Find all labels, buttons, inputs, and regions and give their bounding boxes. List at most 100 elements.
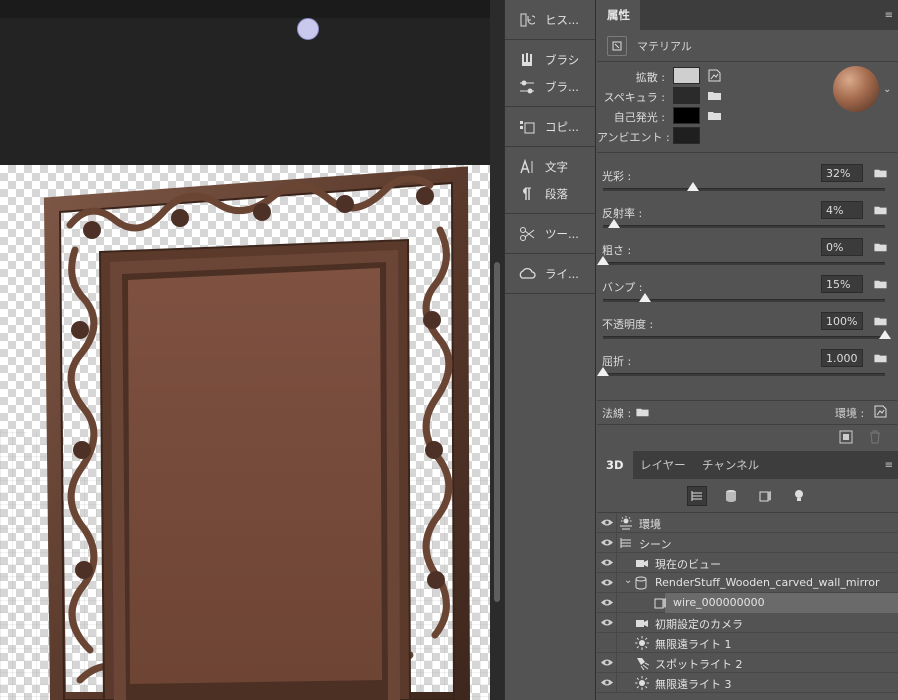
visibility-toggle[interactable]	[597, 673, 617, 693]
normal-folder-icon[interactable]	[635, 405, 650, 419]
light-widget-icon[interactable]	[297, 18, 319, 40]
dock-group-libraries: ライ...	[505, 254, 595, 294]
panel-menu-icon[interactable]: ≡	[885, 460, 893, 471]
scene-row-label: シーン	[639, 538, 672, 551]
slider-track[interactable]	[603, 336, 885, 339]
trash-icon[interactable]	[869, 430, 881, 444]
dock-item-brush-settings[interactable]: ブラ...	[505, 73, 595, 100]
visibility-toggle[interactable]	[597, 513, 617, 533]
canvas-vertical-scrollbar[interactable]	[490, 0, 504, 700]
slider-value-input[interactable]: 32%	[821, 164, 863, 182]
dock-item-history[interactable]: ヒス...	[505, 6, 595, 33]
dock-item-clone-source[interactable]: コピ...	[505, 113, 595, 140]
material-icon	[653, 596, 667, 610]
emissive-color-swatch[interactable]	[673, 107, 700, 124]
scene-tree-row[interactable]: ⌄ RenderStuff_Wooden_carved_wall_mirror	[597, 573, 898, 593]
visibility-toggle[interactable]	[597, 573, 617, 593]
infinite-light-icon	[635, 676, 649, 690]
scene-tree-row[interactable]: 初期設定のカメラ	[597, 613, 898, 633]
tab-3d[interactable]: 3D	[597, 451, 633, 479]
folder-icon[interactable]	[873, 314, 888, 328]
slider-label: 光彩 :	[602, 170, 632, 183]
folder-icon[interactable]	[873, 351, 888, 365]
folder-icon[interactable]	[873, 240, 888, 254]
folder-icon[interactable]	[873, 277, 888, 291]
slider-value-input[interactable]: 100%	[821, 312, 863, 330]
folder-icon[interactable]	[707, 108, 722, 123]
folder-icon[interactable]	[873, 203, 888, 217]
slider-value-input[interactable]: 4%	[821, 201, 863, 219]
dock-item-paragraph[interactable]: 段落	[505, 180, 595, 207]
slider-track[interactable]	[603, 188, 885, 191]
scene-tree-row[interactable]: スポットライト 2	[597, 653, 898, 673]
texture-edit-icon[interactable]	[707, 68, 722, 83]
specular-color-swatch[interactable]	[673, 87, 700, 104]
eye-icon	[601, 659, 613, 666]
folder-icon[interactable]	[873, 166, 888, 180]
folder-icon[interactable]	[707, 88, 722, 103]
material-preview-sphere[interactable]	[833, 66, 879, 112]
panel-menu-icon[interactable]: ≡	[885, 10, 893, 21]
slider-track[interactable]	[603, 262, 885, 265]
slider-thumb[interactable]	[879, 330, 891, 339]
slider-value-input[interactable]: 0%	[821, 238, 863, 256]
diffuse-color-swatch[interactable]	[673, 67, 700, 84]
dock-item-character[interactable]: 文字	[505, 153, 595, 180]
scene-row-label: wire_000000000	[673, 596, 765, 609]
scene-tree-row[interactable]: 無限遠ライト 3	[597, 673, 898, 693]
document-canvas[interactable]	[0, 0, 490, 700]
swatch-label: 拡散 :	[635, 71, 665, 84]
dock-item-label: ツー...	[545, 226, 579, 241]
slider-thumb[interactable]	[687, 182, 700, 191]
render-icon[interactable]	[839, 430, 853, 444]
dock-item-brush[interactable]: ブラシ	[505, 46, 595, 73]
scrollbar-thumb[interactable]	[494, 262, 500, 602]
visibility-toggle[interactable]	[597, 553, 617, 573]
tool-presets-icon	[517, 224, 537, 244]
meshes-filter-icon[interactable]	[721, 486, 741, 506]
scene-tree-row[interactable]: 環境	[597, 513, 898, 533]
slider-row: 粗さ :0%	[597, 238, 897, 275]
slider-value-input[interactable]: 1.000	[821, 349, 863, 367]
chevron-down-icon[interactable]: ⌄	[624, 575, 632, 586]
eye-icon	[601, 559, 613, 566]
swatch-row-ambient: アンビエント :	[597, 126, 897, 146]
visibility-toggle[interactable]	[597, 633, 617, 653]
ambient-color-swatch[interactable]	[673, 127, 700, 144]
visibility-toggle[interactable]	[597, 533, 617, 553]
whole-scene-filter-icon[interactable]	[686, 485, 707, 506]
3d-panel: 3D レイヤー チャンネル ≡ 環境シーン現在のビュー ⌄ RenderStuff_…	[597, 451, 898, 700]
slider-thumb[interactable]	[608, 219, 621, 228]
tab-layers[interactable]: レイヤー	[631, 451, 695, 479]
dock-item-tool-presets[interactable]: ツー...	[505, 220, 595, 247]
normal-environment-row: 法線 : 環境 :	[597, 400, 897, 422]
lights-filter-icon[interactable]	[789, 486, 809, 506]
scene-row-label: 無限遠ライト 1	[655, 638, 732, 651]
visibility-toggle[interactable]	[597, 593, 617, 613]
scene-tree-row[interactable]: 無限遠ライト 1	[597, 633, 898, 653]
chevron-down-icon[interactable]: ⌄	[883, 84, 891, 95]
tab-properties[interactable]: 属性	[597, 0, 640, 30]
slider-track[interactable]	[603, 225, 885, 228]
scene-tree-row[interactable]: シーン	[597, 533, 898, 553]
slider-row: 光彩 : 32%	[597, 164, 897, 201]
slider-thumb[interactable]	[597, 256, 609, 265]
slider-label: 不透明度 :	[602, 318, 654, 331]
slider-thumb[interactable]	[597, 367, 609, 376]
scene-tree-row[interactable]: 現在のビュー	[597, 553, 898, 573]
materials-filter-icon[interactable]	[755, 486, 775, 506]
dock-group-brush: ブラシ ブラ...	[505, 40, 595, 107]
slider-value-input[interactable]: 15%	[821, 275, 863, 293]
dock-item-libraries[interactable]: ライ...	[505, 260, 595, 287]
scene-tree-row[interactable]: wire_000000000	[597, 593, 898, 613]
visibility-toggle[interactable]	[597, 613, 617, 633]
slider-track[interactable]	[603, 373, 885, 376]
3d-scene-viewport[interactable]	[0, 0, 490, 700]
brush-icon	[517, 50, 537, 70]
tab-channels[interactable]: チャンネル	[693, 451, 768, 479]
visibility-toggle[interactable]	[597, 653, 617, 673]
slider-thumb[interactable]	[639, 293, 652, 302]
divider	[597, 152, 897, 153]
properties-footer	[597, 424, 897, 448]
environment-texture-icon[interactable]	[873, 404, 888, 419]
